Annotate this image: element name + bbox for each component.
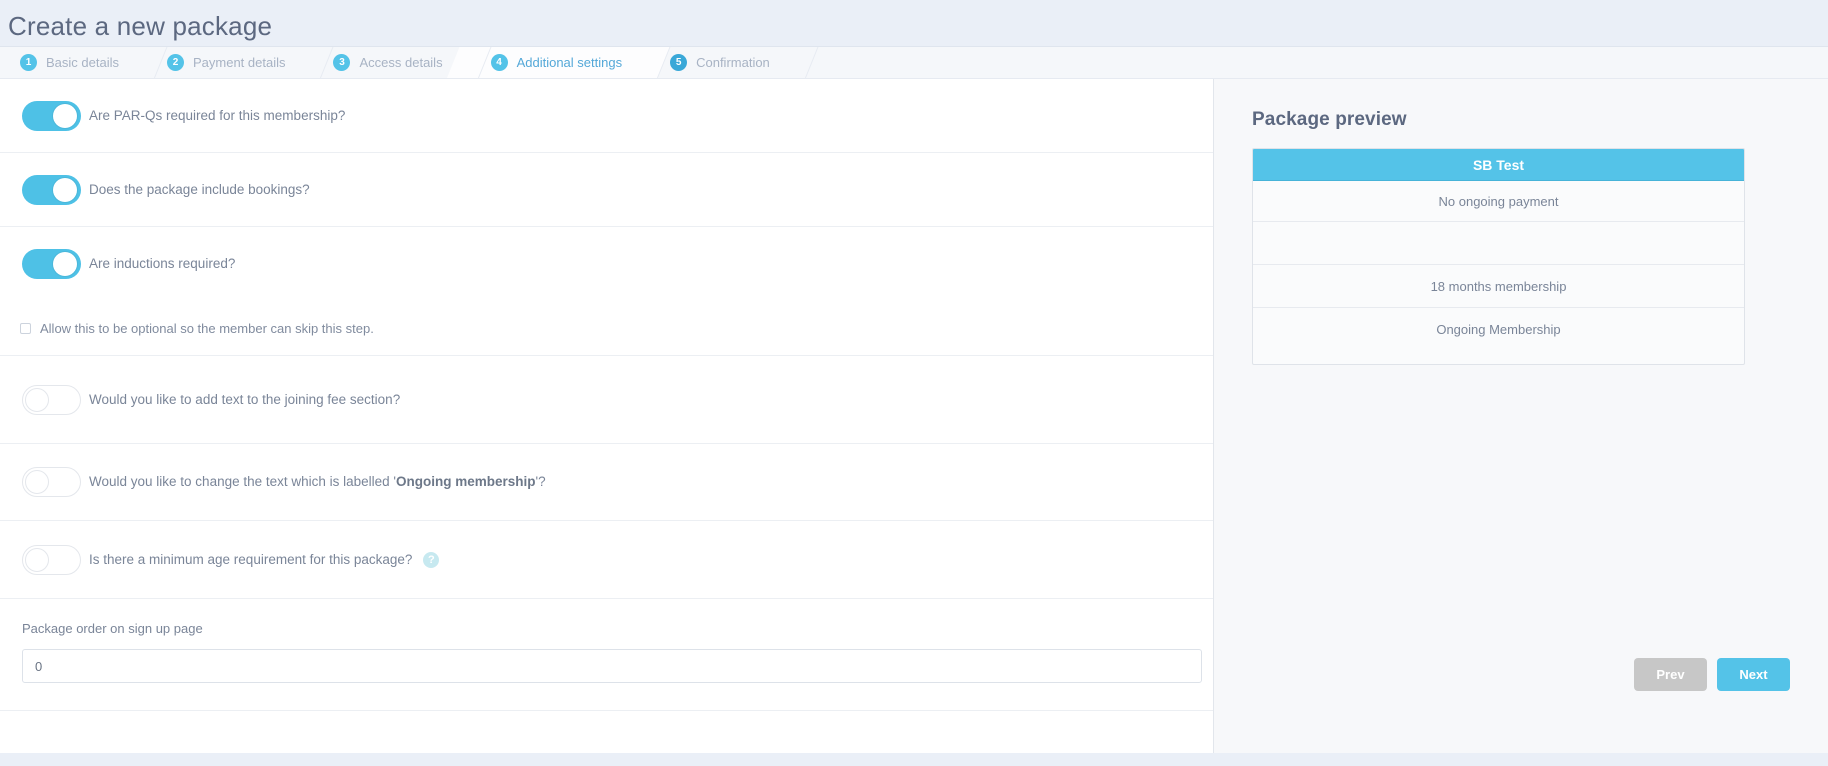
step-label-2: Payment details [192, 55, 286, 70]
step-label-3: Access details [359, 55, 443, 70]
preview-row-payment: No ongoing payment [1253, 181, 1744, 222]
wizard-step-basic-details[interactable]: 1 Basic details [0, 47, 145, 78]
label-part-post: '? [535, 474, 546, 490]
toggle-minimum-age[interactable] [22, 544, 81, 575]
row-joining-fee-text: Would you like to add text to the joinin… [0, 356, 1213, 444]
step-number-1: 1 [20, 54, 37, 71]
wizard-step-payment-details[interactable]: 2 Payment details [144, 47, 312, 78]
row-package-order: Package order on sign up page [0, 599, 1213, 711]
label-minimum-age: Is there a minimum age requirement for t… [89, 551, 413, 567]
label-ongoing-membership-text: Would you like to change the text which … [89, 475, 546, 489]
preview-row-ongoing: Ongoing Membership [1436, 322, 1561, 337]
toggle-knob [25, 547, 49, 572]
toggle-knob [25, 387, 49, 412]
main-body: Are PAR-Qs required for this membership?… [0, 79, 1828, 754]
row-ongoing-membership-text: Would you like to change the text which … [0, 444, 1213, 521]
package-order-input[interactable] [22, 649, 1202, 683]
label-part-bold: Ongoing membership [396, 474, 536, 490]
form-spacer [0, 711, 1213, 753]
step-number-4: 4 [490, 54, 508, 71]
toggle-inductions-required[interactable] [22, 249, 81, 279]
label-optional-skip: Allow this to be optional so the member … [40, 320, 374, 336]
step-number-2: 2 [166, 54, 184, 71]
label-inductions-required: Are inductions required? [89, 256, 236, 272]
help-icon[interactable]: ? [423, 551, 440, 568]
wizard-navigation: Prev Next [1634, 658, 1790, 691]
wizard-step-access-details[interactable]: 3 Access details [311, 47, 469, 78]
package-preview-panel: Package preview SB Test No ongoing payme… [1214, 79, 1828, 753]
label-part-pre: Would you like to change the text which … [89, 474, 397, 490]
step-number-5: 5 [670, 54, 688, 71]
toggle-joining-fee-text[interactable] [22, 384, 81, 415]
prev-button[interactable]: Prev [1634, 658, 1707, 691]
page-title: Create a new package [0, 0, 1828, 46]
step-label-4: Additional settings [516, 55, 623, 70]
toggle-knob [53, 177, 77, 202]
label-joining-fee-text: Would you like to add text to the joinin… [89, 391, 401, 407]
preview-heading: Package preview [1252, 109, 1407, 130]
wizard-step-additional-settings[interactable]: 4 Additional settings [468, 47, 649, 78]
row-minimum-age: Is there a minimum age requirement for t… [0, 521, 1213, 599]
row-include-bookings: Does the package include bookings? [0, 153, 1213, 227]
preview-row-duration: 18 months membership [1253, 265, 1744, 308]
row-inductions-required: Are inductions required? [0, 227, 1213, 301]
step-number-3: 3 [333, 54, 351, 71]
step-label-5: Confirmation [696, 55, 770, 70]
row-parq-required: Are PAR-Qs required for this membership? [0, 79, 1213, 153]
settings-form: Are PAR-Qs required for this membership?… [0, 79, 1214, 753]
toggle-knob [25, 470, 49, 494]
next-button[interactable]: Next [1717, 658, 1790, 691]
toggle-knob [53, 252, 77, 276]
label-package-order: Package order on sign up page [22, 621, 203, 636]
preview-row-empty [1253, 222, 1744, 265]
toggle-knob [53, 103, 77, 128]
preview-card: SB Test No ongoing payment 18 months mem… [1252, 148, 1745, 365]
toggle-parq-required[interactable] [22, 100, 81, 131]
preview-card-title: SB Test [1253, 149, 1744, 181]
toggle-include-bookings[interactable] [22, 174, 81, 205]
checkbox-optional-skip[interactable] [20, 322, 31, 334]
label-parq-required: Are PAR-Qs required for this membership? [89, 107, 346, 123]
wizard-step-confirmation[interactable]: 5 Confirmation [648, 47, 796, 78]
toggle-ongoing-membership-text[interactable] [22, 467, 81, 497]
wizard-steps: 1 Basic details 2 Payment details 3 Acce… [0, 46, 1828, 79]
row-optional-skip: Allow this to be optional so the member … [0, 301, 1213, 356]
step-label-1: Basic details [46, 55, 119, 70]
label-include-bookings: Does the package include bookings? [89, 181, 310, 197]
